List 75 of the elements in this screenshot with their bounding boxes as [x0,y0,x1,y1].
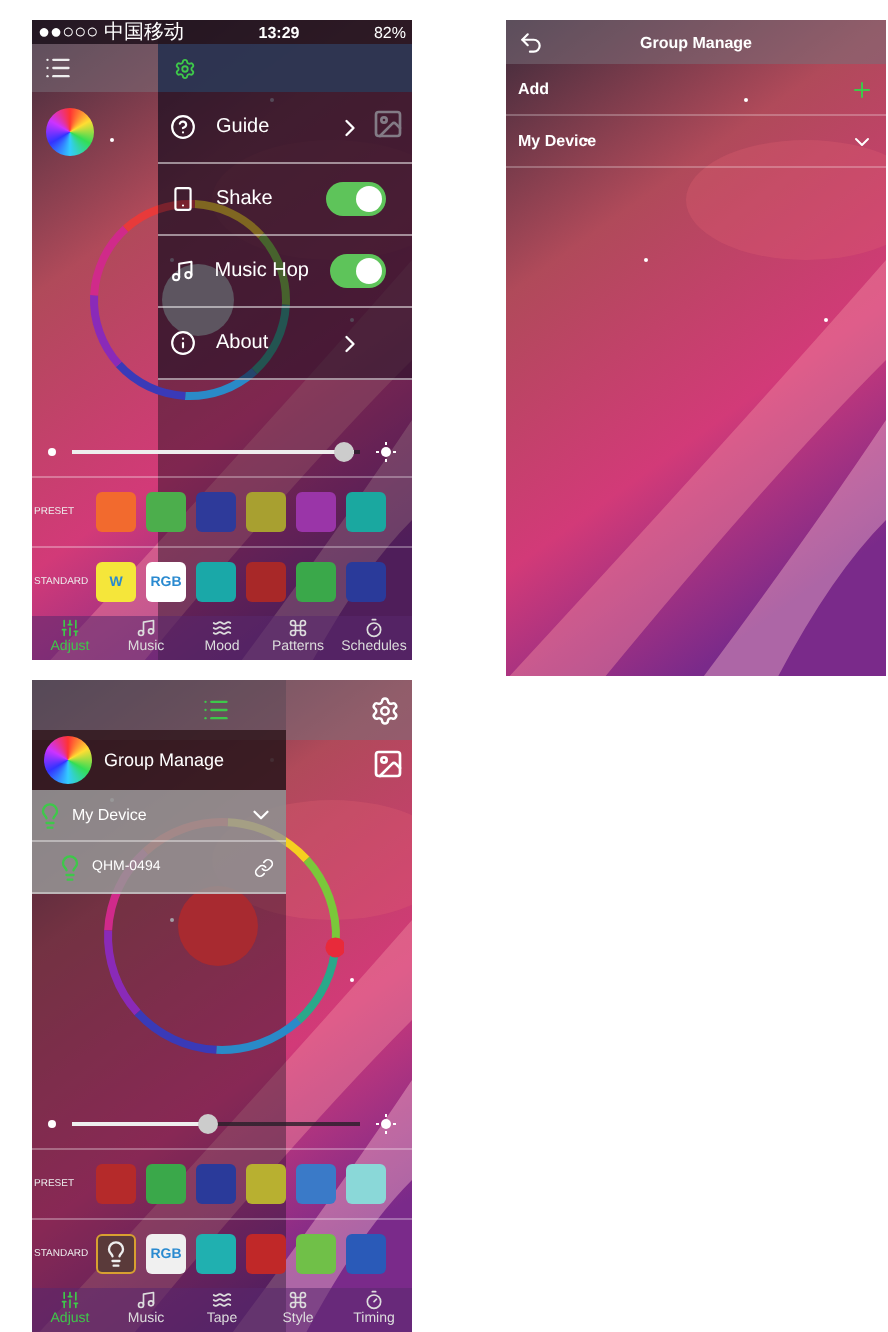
color-swatch[interactable] [196,562,236,602]
color-swatch[interactable] [246,1234,286,1274]
menu-item-label: About [216,332,269,354]
list-row[interactable]: My Device [506,116,886,168]
color-swatch[interactable] [346,492,386,532]
row-label: My Device [518,132,597,150]
back-icon[interactable] [518,29,544,55]
drawer-title: Group Manage [104,750,225,770]
timer-icon [364,618,384,638]
group-item[interactable]: My Device [32,790,286,842]
color-swatch[interactable] [246,562,286,602]
command-icon [288,618,308,638]
bright-icon [376,1114,396,1134]
slider-thumb[interactable] [197,1114,218,1134]
color-swatch[interactable] [296,492,336,532]
menu-item-icon [170,330,196,356]
image-icon[interactable] [372,748,404,780]
menu-icon[interactable] [202,696,230,724]
color-swatch[interactable] [196,1234,236,1274]
sliders-icon [60,1290,80,1310]
command-icon [288,1290,308,1310]
music-note-icon [136,618,156,638]
color-swatch[interactable] [196,492,236,532]
screen-title: Group Manage [639,33,752,51]
color-swatch[interactable] [146,492,186,532]
timer-icon [364,1290,384,1310]
menu-item[interactable]: Guide [158,92,412,164]
sliders-icon [60,618,80,638]
menu-item-icon [170,114,196,140]
dim-icon [48,1120,56,1128]
status-time: 13:29 [258,23,300,41]
waves-icon [212,1290,232,1310]
menu-item-icon [170,186,196,212]
bulb-icon [36,801,64,829]
color-swatch[interactable] [196,1164,236,1204]
menu-item[interactable]: About [158,308,412,380]
color-swatch[interactable] [246,1164,286,1204]
settings-icon[interactable] [370,695,400,725]
bulb-icon [102,1240,130,1268]
add-icon [850,77,874,101]
color-wheel-icon [44,736,92,784]
bright-icon [376,442,396,462]
waves-icon [212,618,232,638]
list-row[interactable]: Add [506,64,886,116]
color-swatch[interactable] [346,1234,386,1274]
slider-thumb[interactable] [334,442,355,462]
color-swatch[interactable] [296,1164,336,1204]
bulb-icon [56,853,84,881]
color-swatch[interactable] [346,562,386,602]
dim-icon [48,448,56,456]
menu-item-label: Shake [216,188,273,210]
toggle-switch[interactable] [326,182,386,216]
gear-icon[interactable] [174,57,196,79]
link-icon [254,857,274,877]
music-note-icon [136,1290,156,1310]
ring-handle[interactable] [325,937,344,958]
menu-icon[interactable] [44,54,72,82]
row-label: Add [518,80,550,98]
menu-item-label: Music Hop [214,260,309,282]
menu-item[interactable]: Shake [158,164,412,236]
color-swatch[interactable] [96,1164,136,1204]
item-label: My Device [72,806,147,824]
bulb-swatch[interactable] [96,1234,136,1274]
color-swatch[interactable] [246,492,286,532]
color-swatch[interactable] [296,1234,336,1274]
battery-level: 82% [373,23,406,41]
carrier-label: ●●○○○ 中国移动 [38,20,184,46]
image-icon[interactable] [372,108,404,140]
color-swatch[interactable] [146,1164,186,1204]
menu-item-label: Guide [216,116,270,138]
menu-item-icon [170,258,195,284]
color-swatch[interactable] [296,562,336,602]
color-swatch[interactable] [346,1164,386,1204]
menu-item[interactable]: Music Hop [158,236,412,308]
color-swatch[interactable] [96,492,136,532]
